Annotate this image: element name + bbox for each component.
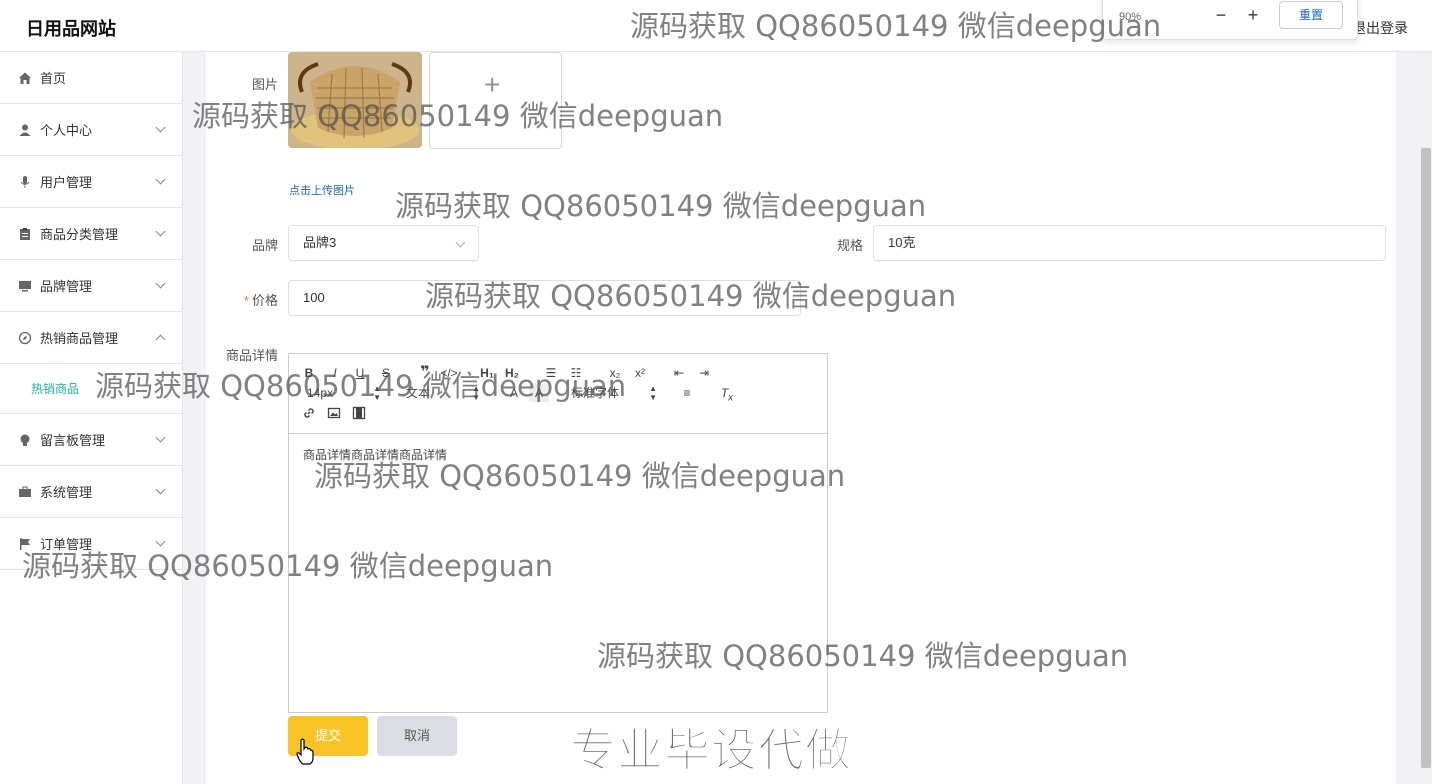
- italic-icon[interactable]: I: [325, 364, 345, 382]
- zoom-popup: 90% − + 重置: [1102, 0, 1358, 40]
- chevron-down-icon: [155, 174, 166, 185]
- updown-icon: ▲ ▼: [373, 384, 381, 402]
- spec-input[interactable]: 10克: [873, 225, 1386, 261]
- header2-icon[interactable]: H₂: [502, 364, 522, 382]
- font-color-icon[interactable]: A: [504, 384, 524, 402]
- chevron-up-icon: [155, 334, 166, 345]
- text-type-select[interactable]: 文本 ▲ ▼: [406, 384, 480, 402]
- user-icon: [18, 123, 32, 137]
- price-input[interactable]: 100: [288, 280, 801, 316]
- indent-decrease-icon[interactable]: ⇤: [669, 364, 689, 382]
- sidebar-item-system[interactable]: 系统管理: [0, 466, 182, 518]
- chevron-down-icon: [155, 536, 166, 547]
- clipboard-icon: [18, 227, 32, 241]
- rich-text-editor: B I U S ❞ </> H₁ H₂ ☰ ☷ x₂ x² ⇤ ⇥ 14px ▲…: [288, 353, 828, 713]
- plus-icon: +: [484, 69, 501, 100]
- scrollbar-thumb[interactable]: [1421, 148, 1431, 768]
- zoom-reset-button[interactable]: 重置: [1279, 1, 1343, 29]
- editor-content[interactable]: 商品详情商品详情商品详情: [303, 446, 447, 463]
- indent-increase-icon[interactable]: ⇥: [694, 364, 714, 382]
- zoom-out-button[interactable]: −: [1211, 5, 1231, 25]
- upload-hint[interactable]: 点击上传图片: [289, 182, 355, 198]
- background-color-icon[interactable]: A: [529, 384, 549, 402]
- header1-icon[interactable]: H₁: [477, 364, 497, 382]
- detail-label: 商品详情: [225, 348, 278, 363]
- subscript-icon[interactable]: x₂: [605, 364, 625, 382]
- text-type-value: 文本: [406, 386, 431, 400]
- bullet-list-icon[interactable]: ☷: [566, 364, 586, 382]
- link-icon[interactable]: [299, 406, 319, 424]
- updown-icon: ▲ ▼: [649, 384, 657, 402]
- zoom-level: 90%: [1119, 11, 1142, 23]
- flag-icon: [18, 537, 32, 551]
- sidebar-item-brands[interactable]: 品牌管理: [0, 260, 182, 312]
- image-upload-button[interactable]: +: [429, 52, 562, 149]
- underline-icon[interactable]: U: [350, 364, 370, 382]
- price-label: * 价格: [198, 290, 278, 309]
- ordered-list-icon[interactable]: ☰: [541, 364, 561, 382]
- chevron-down-icon: [155, 432, 166, 443]
- sidebar-item-label: 订单管理: [40, 537, 93, 552]
- editor-toolbar: B I U S ❞ </> H₁ H₂ ☰ ☷ x₂ x² ⇤ ⇥ 14px ▲…: [289, 354, 827, 434]
- font-family-select[interactable]: 标准字体 ▲ ▼: [571, 384, 657, 402]
- product-image-thumbnail[interactable]: [288, 52, 422, 148]
- sidebar-item-orders[interactable]: 订单管理: [0, 518, 182, 570]
- sidebar-item-label: 热销商品管理: [40, 331, 119, 346]
- font-size-select[interactable]: 14px ▲ ▼: [307, 384, 381, 402]
- chevron-down-icon: [155, 278, 166, 289]
- sidebar-item-hot-products[interactable]: 热销商品管理: [0, 312, 182, 364]
- site-title: 日用品网站: [26, 19, 116, 40]
- logout-link[interactable]: 退出登录: [1352, 18, 1408, 38]
- chevron-down-icon: [455, 237, 466, 248]
- sidebar-item-users[interactable]: 用户管理: [0, 156, 182, 208]
- font-size-value: 14px: [307, 386, 334, 400]
- sidebar-item-messages[interactable]: 留言板管理: [0, 414, 182, 466]
- hand-cursor-icon: [296, 738, 314, 766]
- strikethrough-icon[interactable]: S: [376, 364, 396, 382]
- updown-icon: ▲ ▼: [472, 384, 480, 402]
- superscript-icon[interactable]: x²: [630, 364, 650, 382]
- brand-label: 品牌: [251, 238, 278, 253]
- chevron-down-icon: [155, 484, 166, 495]
- home-icon: [18, 71, 32, 85]
- image-icon[interactable]: [324, 406, 344, 424]
- align-icon[interactable]: ≡: [677, 384, 697, 402]
- clear-format-icon[interactable]: Tx: [717, 384, 737, 403]
- sidebar: 首页 个人中心 用户管理 商品分类管理 品牌管理 热销商品管理 热销商品 留言板…: [0, 52, 183, 784]
- bulb-icon: [18, 433, 32, 447]
- monitor-icon: [18, 279, 32, 293]
- chevron-down-icon: [155, 226, 166, 237]
- sidebar-item-profile[interactable]: 个人中心: [0, 104, 182, 156]
- mic-icon: [18, 175, 32, 189]
- sidebar-item-label: 商品分类管理: [40, 227, 119, 242]
- bold-icon[interactable]: B: [299, 364, 319, 382]
- required-marker: *: [243, 293, 249, 308]
- chevron-down-icon: [155, 122, 166, 133]
- font-family-value: 标准字体: [571, 386, 620, 400]
- sidebar-subitem-hot-products[interactable]: 热销商品: [0, 364, 182, 414]
- image-label: 图片: [251, 77, 278, 92]
- compass-icon: [18, 331, 32, 345]
- sidebar-item-label: 系统管理: [40, 485, 93, 500]
- sidebar-item-home[interactable]: 首页: [0, 52, 182, 104]
- code-block-icon[interactable]: </>: [439, 364, 459, 382]
- sidebar-item-label: 用户管理: [40, 175, 93, 190]
- price-label-text: 价格: [251, 293, 278, 308]
- sidebar-item-categories[interactable]: 商品分类管理: [0, 208, 182, 260]
- zoom-in-button[interactable]: +: [1243, 5, 1263, 25]
- video-icon[interactable]: [349, 406, 369, 424]
- brand-select-value: 品牌3: [303, 235, 337, 250]
- sidebar-item-label: 首页: [40, 71, 67, 86]
- blockquote-icon[interactable]: ❞: [415, 364, 435, 382]
- sidebar-item-label: 品牌管理: [40, 279, 93, 294]
- sidebar-item-label: 个人中心: [40, 123, 93, 138]
- brand-select[interactable]: 品牌3: [288, 225, 479, 261]
- sidebar-item-label: 留言板管理: [40, 433, 106, 448]
- cancel-button[interactable]: 取消: [377, 716, 457, 756]
- briefcase-icon: [18, 485, 32, 499]
- spec-label: 规格: [836, 238, 863, 253]
